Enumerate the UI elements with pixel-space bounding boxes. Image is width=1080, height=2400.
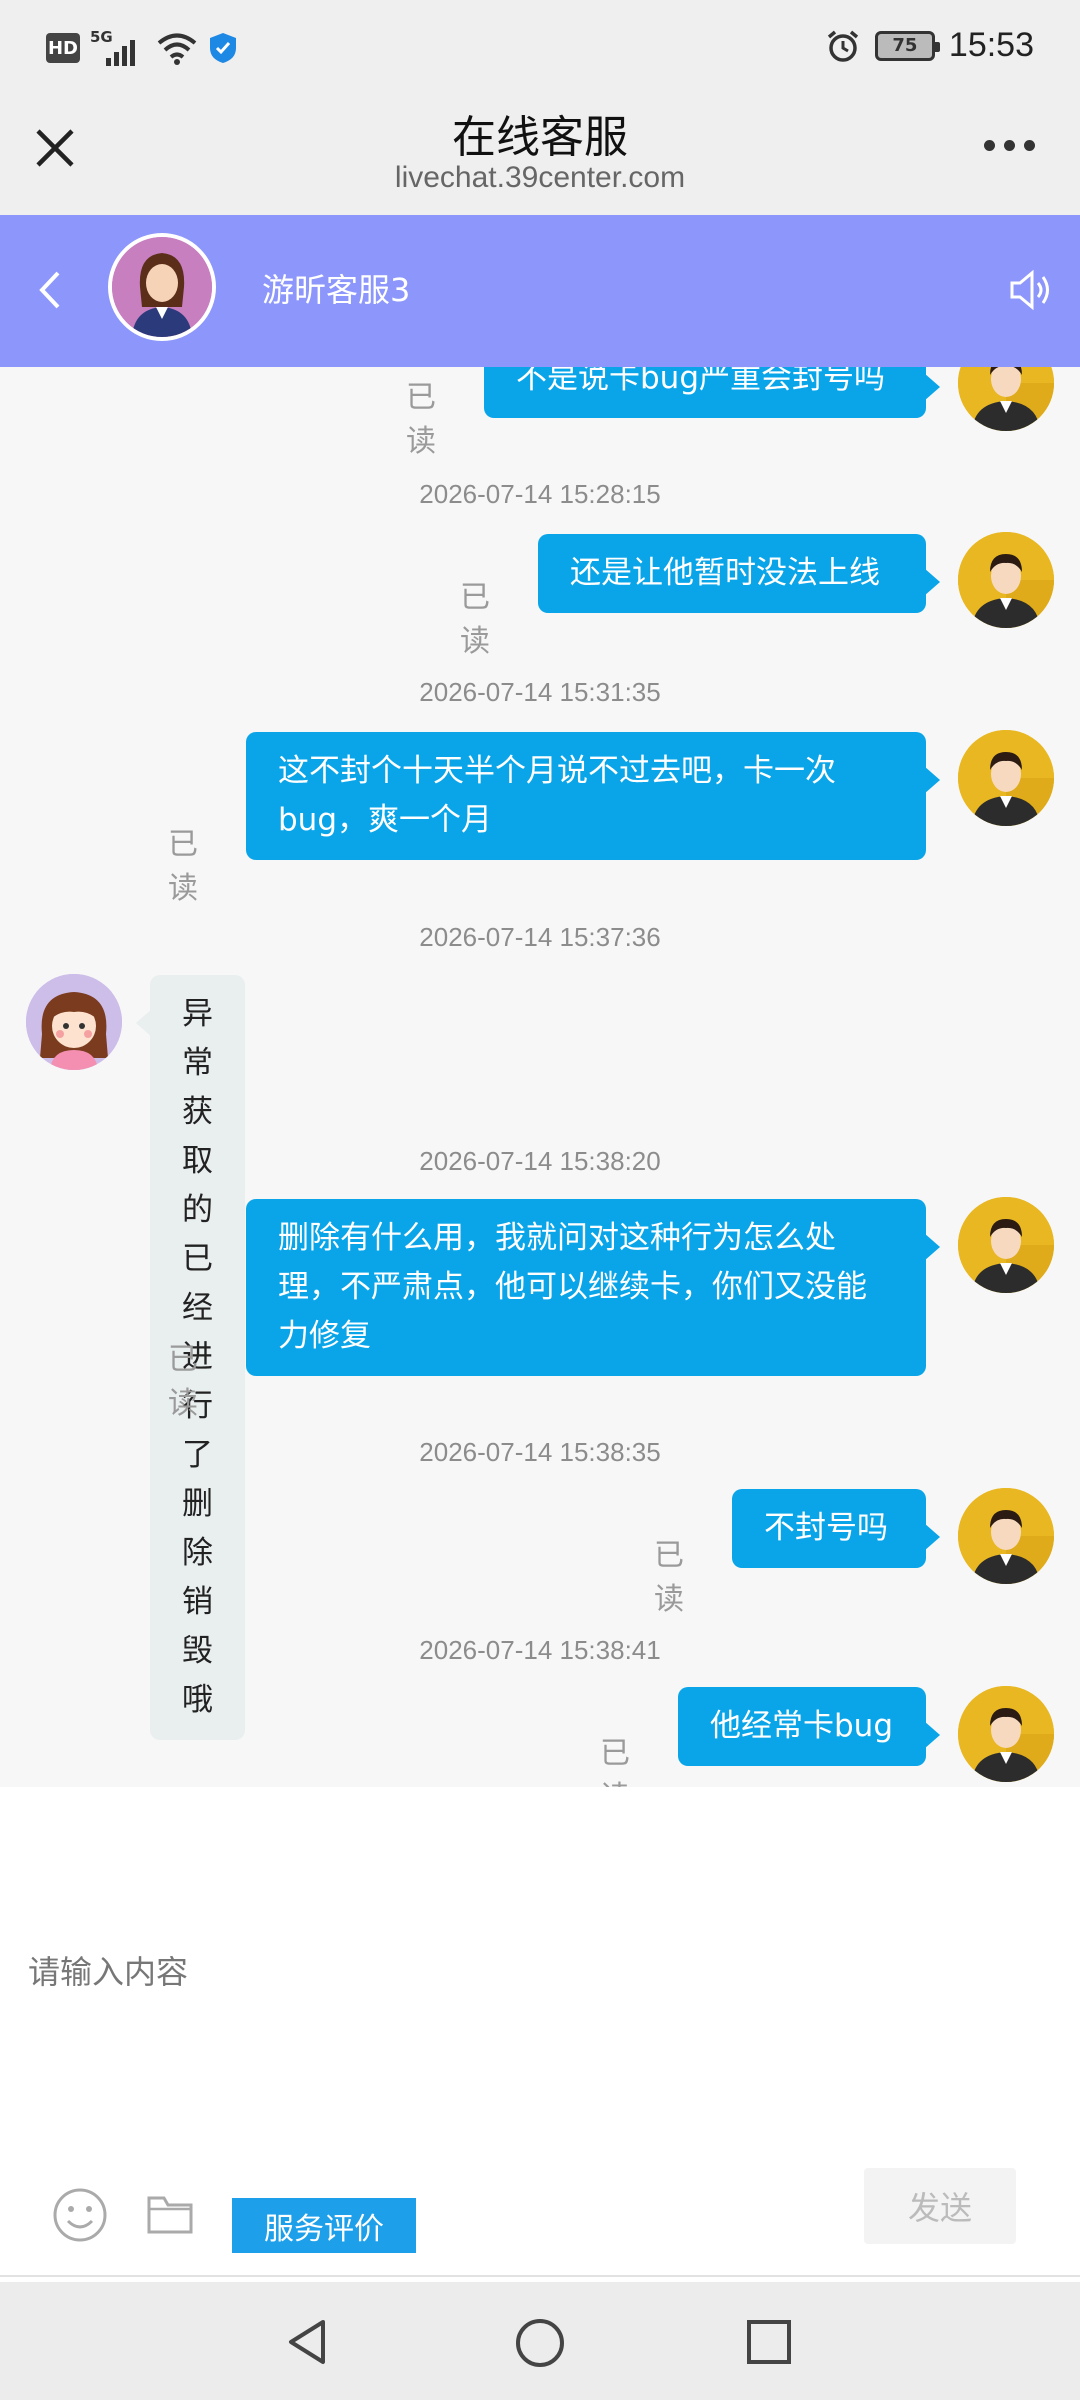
user-avatar bbox=[958, 1686, 1054, 1782]
read-status: 已读 bbox=[168, 1342, 198, 1421]
timestamp: 2026-07-14 15:38:35 bbox=[419, 1437, 661, 1467]
hd-badge: HD bbox=[46, 33, 80, 63]
read-status: 已读 bbox=[460, 580, 490, 659]
chat-header: 游昕客服3 bbox=[0, 215, 1080, 367]
timestamp: 2026-07-14 15:31:35 bbox=[419, 677, 661, 707]
agent-avatar bbox=[108, 233, 216, 341]
battery-icon: 75 bbox=[874, 30, 940, 61]
clock: 15:53 bbox=[948, 26, 1034, 64]
browser-title-bar: 在线客服 livechat.39center.com bbox=[0, 95, 1080, 215]
timestamp: 2026-07-14 15:38:41 bbox=[419, 1635, 661, 1665]
emoji-icon[interactable] bbox=[52, 2187, 108, 2243]
user-avatar bbox=[958, 532, 1054, 628]
folder-icon[interactable] bbox=[146, 2192, 194, 2236]
timestamp: 2026-07-14 15:38:20 bbox=[419, 1146, 661, 1176]
message-bubble[interactable]: 不是说卡bug严重会封号吗 bbox=[484, 367, 940, 418]
send-button[interactable]: 发送 bbox=[864, 2168, 1016, 2244]
message-bubble[interactable]: 还是让他暂时没法上线 bbox=[538, 534, 940, 613]
more-menu-icon[interactable] bbox=[984, 135, 1044, 155]
timestamp: 2026-07-14 15:37:36 bbox=[419, 922, 661, 952]
status-bar: HD 5G 75 15:53 bbox=[0, 0, 1080, 95]
user-avatar bbox=[958, 1488, 1054, 1584]
service-rating-button[interactable]: 服务评价 bbox=[232, 2198, 416, 2253]
nav-recent-apps-icon[interactable] bbox=[745, 2318, 793, 2366]
chat-messages[interactable]: 已读 不是说卡bug严重会封号吗 2026-07-14 15:28:15 已读 … bbox=[0, 367, 1080, 1787]
back-arrow-icon[interactable] bbox=[30, 265, 70, 315]
alarm-icon bbox=[827, 30, 859, 62]
message-bubble[interactable]: 删除有什么用，我就问对这种行为怎么处理，不严肃点，他可以继续卡，你们又没能力修复 bbox=[246, 1199, 940, 1376]
message-bubble[interactable]: 不封号吗 bbox=[732, 1489, 940, 1568]
wifi-icon bbox=[157, 33, 197, 65]
nav-back-icon[interactable] bbox=[283, 2316, 335, 2368]
message-composer: 请输入内容 服务评价 发送 bbox=[0, 1787, 1080, 2282]
agent-name: 游昕客服3 bbox=[262, 271, 411, 309]
status-right: 75 15:53 bbox=[825, 26, 1034, 65]
read-status: 已读 bbox=[600, 1736, 630, 1787]
system-nav-bar bbox=[0, 2282, 1080, 2400]
speaker-icon[interactable] bbox=[1006, 265, 1054, 315]
divider bbox=[0, 2275, 1080, 2277]
message-bubble[interactable]: 他经常卡bug bbox=[678, 1687, 940, 1766]
page-title: 在线客服 bbox=[452, 112, 628, 163]
user-avatar bbox=[958, 367, 1054, 431]
status-left: HD 5G bbox=[46, 28, 238, 68]
read-status: 已读 bbox=[168, 827, 198, 906]
agent-message-avatar bbox=[26, 974, 122, 1070]
read-status: 已读 bbox=[406, 380, 436, 459]
timestamp: 2026-07-14 15:28:15 bbox=[419, 479, 661, 509]
user-avatar bbox=[958, 730, 1054, 826]
shield-icon bbox=[210, 33, 236, 63]
message-bubble[interactable]: 这不封个十天半个月说不过去吧，卡一次bug，爽一个月 bbox=[246, 732, 940, 860]
message-input[interactable]: 请输入内容 bbox=[28, 1947, 188, 1993]
user-avatar bbox=[958, 1197, 1054, 1293]
nav-home-icon[interactable] bbox=[513, 2316, 567, 2370]
page-url: livechat.39center.com bbox=[394, 161, 686, 194]
read-status: 已读 bbox=[654, 1538, 684, 1617]
signal-icon: 5G bbox=[90, 28, 146, 68]
